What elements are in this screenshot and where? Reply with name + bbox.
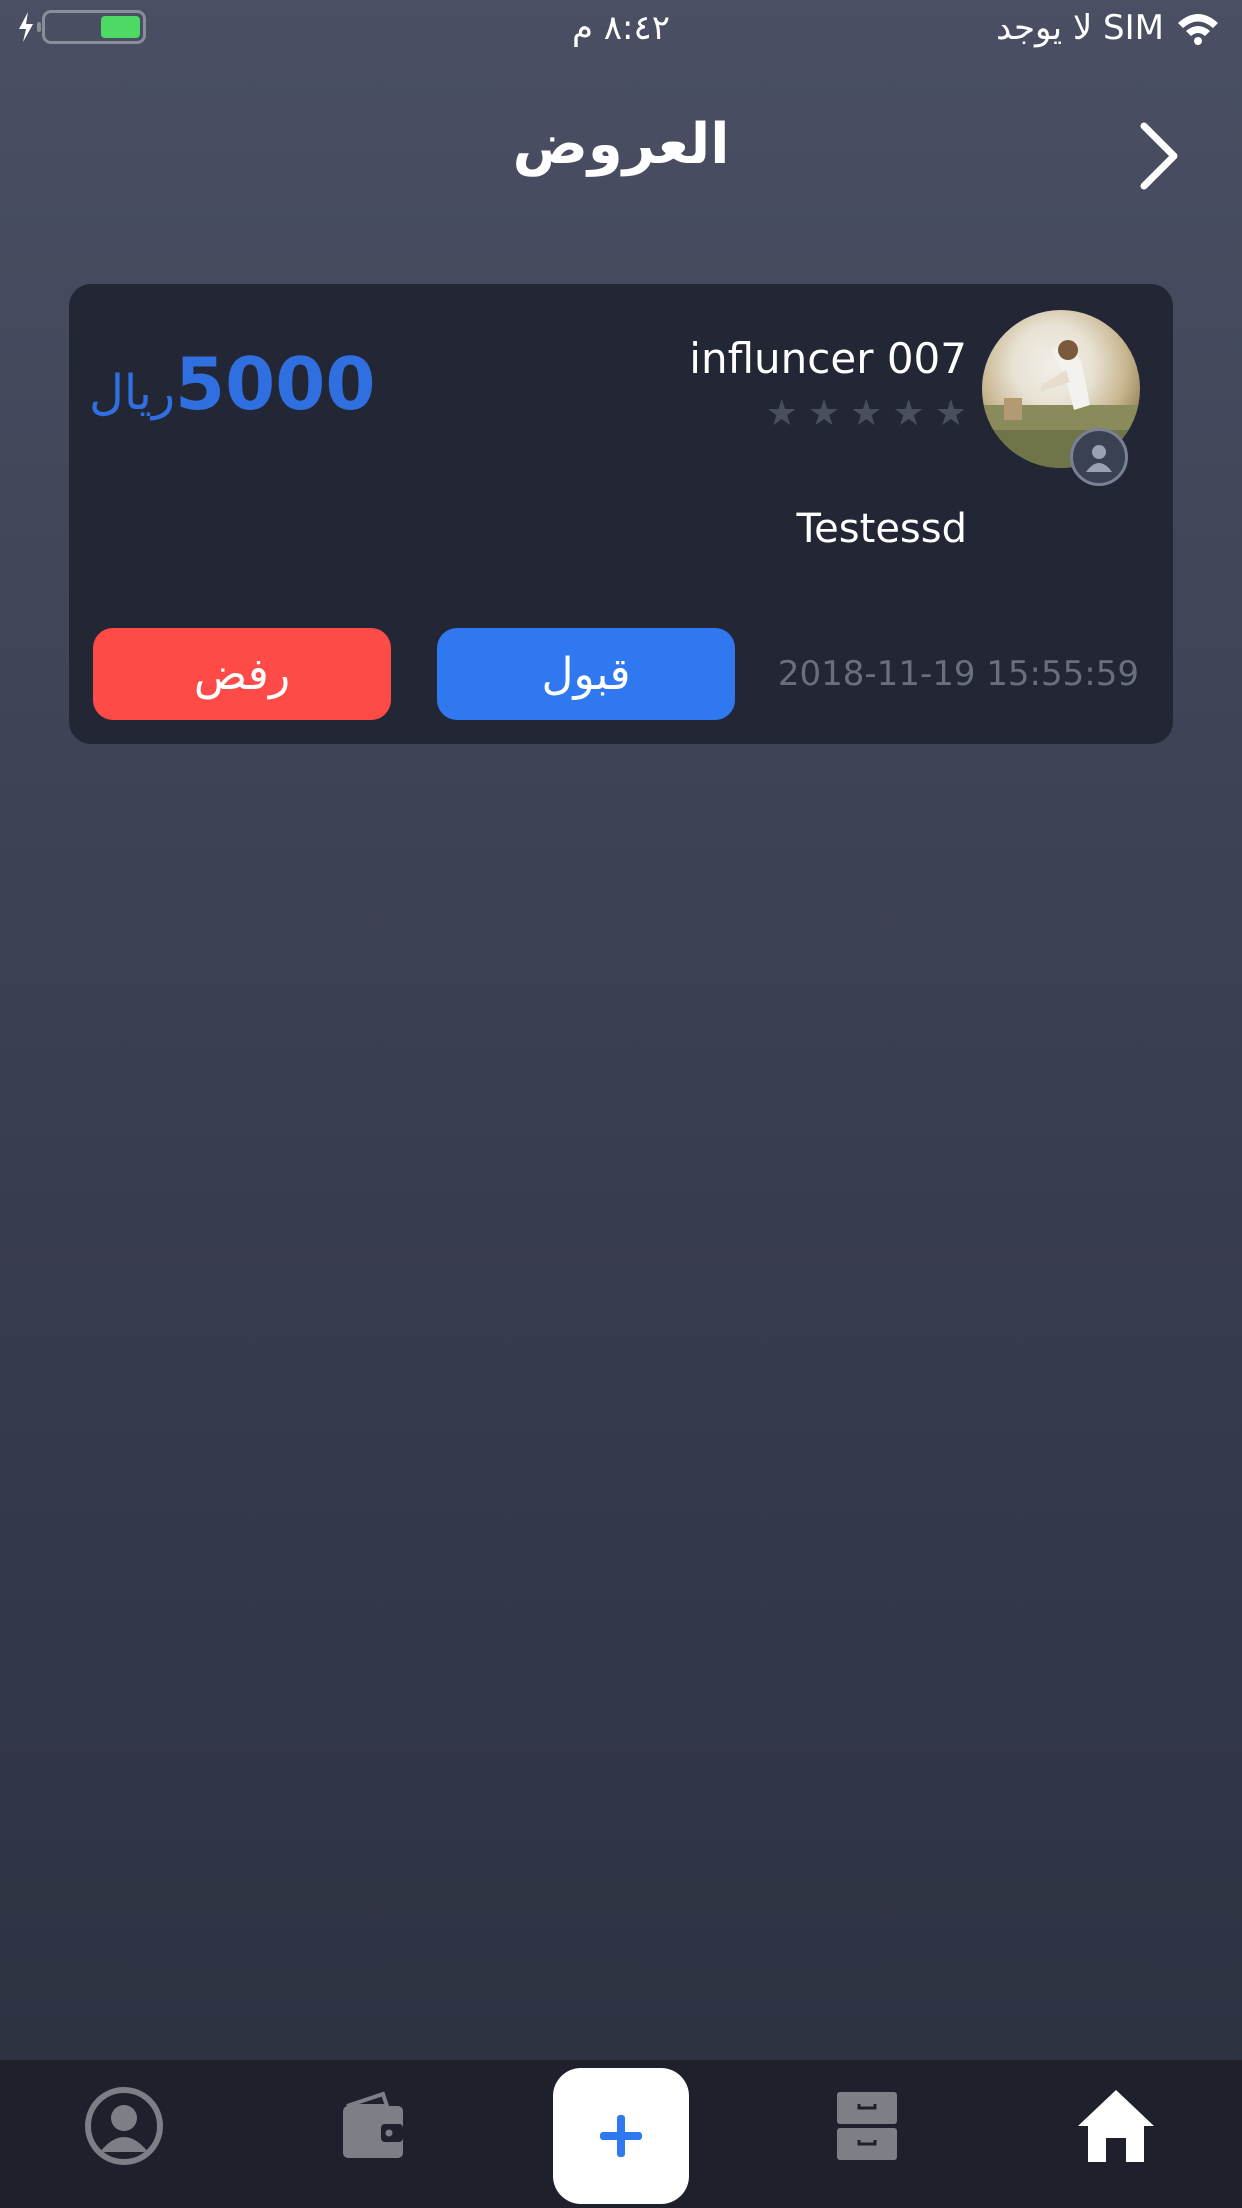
tab-profile[interactable] — [74, 2076, 174, 2176]
rating-stars: ★ ★ ★ ★ ★ — [766, 396, 967, 432]
star-icon: ★ — [807, 393, 841, 434]
influencer-avatar-wrap[interactable] — [982, 310, 1140, 486]
tab-archive[interactable] — [817, 2076, 917, 2176]
page-title: العروض — [512, 112, 730, 177]
back-button[interactable] — [1130, 118, 1190, 194]
tab-home[interactable] — [1066, 2076, 1166, 2176]
star-icon: ★ — [850, 393, 883, 434]
tab-wallet[interactable] — [323, 2076, 423, 2176]
star-icon: ★ — [765, 393, 798, 434]
offer-card: influncer 007 ★ ★ ★ ★ ★ ريال 5000 Testes… — [69, 284, 1173, 744]
status-bar: ٨:٤٢ م لا يوجد SIM — [0, 0, 1242, 62]
offer-price: ريال 5000 — [89, 342, 375, 426]
price-amount: 5000 — [175, 342, 376, 426]
carrier-area: لا يوجد SIM — [996, 8, 1220, 48]
carrier-text: لا يوجد SIM — [996, 8, 1164, 48]
add-button[interactable] — [553, 2068, 689, 2204]
star-icon: ★ — [892, 393, 925, 434]
chevron-right-icon — [1140, 122, 1178, 190]
accept-button[interactable]: قبول — [437, 628, 735, 720]
wallet-icon — [343, 2091, 403, 2158]
offer-description: Testessd — [796, 506, 967, 552]
profile-icon — [85, 2087, 163, 2165]
archive-icon — [837, 2092, 897, 2160]
influencer-name[interactable]: influncer 007 — [689, 334, 967, 383]
offer-date: 2018-11-19 15:55:59 — [777, 654, 1139, 694]
tab-bar — [0, 2059, 1242, 2208]
price-currency: ريال — [89, 365, 176, 421]
star-icon: ★ — [934, 393, 967, 434]
reject-button[interactable]: رفض — [93, 628, 391, 720]
wifi-icon — [1178, 14, 1218, 45]
profile-badge-icon — [1070, 428, 1128, 486]
home-icon — [1078, 2090, 1154, 2162]
add-icon — [600, 2115, 642, 2157]
